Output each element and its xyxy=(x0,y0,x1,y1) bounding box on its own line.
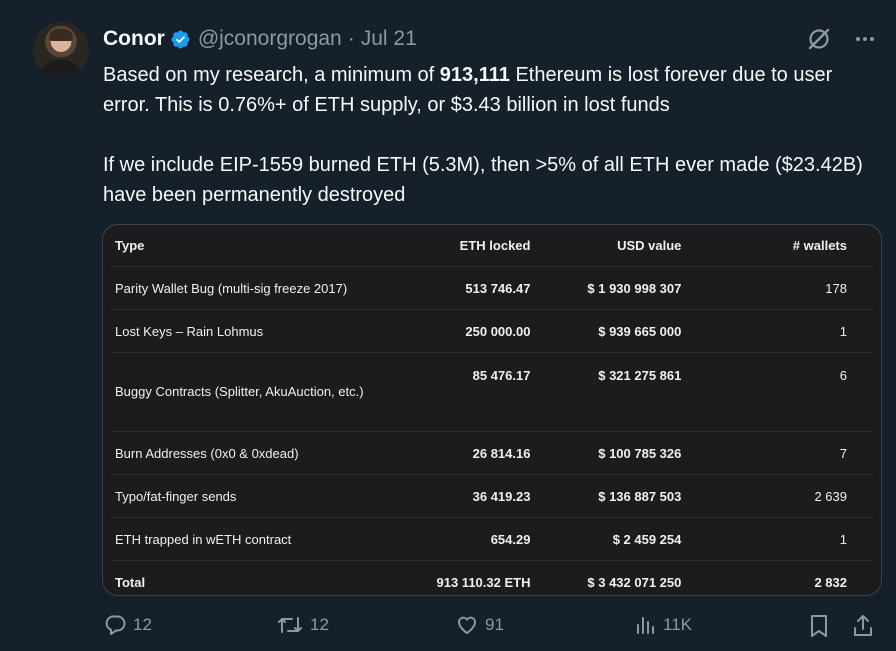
table-row: Lost Keys – Rain Lohmus 250 000.00 $ 939… xyxy=(111,309,873,353)
share-button[interactable] xyxy=(851,613,881,639)
cell-eth: 913 110.32 ETH xyxy=(406,560,535,595)
cell-eth: 36 419.23 xyxy=(406,474,535,518)
top-actions xyxy=(806,26,876,52)
like-icon xyxy=(457,616,477,634)
tweet-paragraph-2: If we include EIP-1559 burned ETH (5.3M)… xyxy=(103,154,863,206)
cell-type: ETH trapped in wETH contract xyxy=(111,517,407,561)
header-usd-value: USD value xyxy=(617,238,682,253)
tweet-text: Based on my research, a minimum of 913,1… xyxy=(103,60,873,210)
grok-icon[interactable] xyxy=(806,26,832,52)
cell-type: Buggy Contracts (Splitter, AkuAuction, e… xyxy=(111,352,407,432)
cell-eth: 654.29 xyxy=(406,517,535,561)
table-row: Parity Wallet Bug (multi-sig freeze 2017… xyxy=(111,266,873,310)
table-row: Buggy Contracts (Splitter, AkuAuction, e… xyxy=(111,352,873,432)
views-count: 11K xyxy=(663,615,692,634)
cell-wallets: 1 xyxy=(685,517,873,561)
table-total-row: Total 913 110.32 ETH $ 3 432 071 250 2 8… xyxy=(111,560,873,595)
cell-usd: $ 939 665 000 xyxy=(534,309,686,353)
cell-wallets: 2 832 xyxy=(685,560,873,595)
action-bar: 12 12 91 11K xyxy=(103,613,878,643)
views-button[interactable]: 11K xyxy=(633,613,692,637)
cell-eth: 85 476.17 xyxy=(406,352,535,432)
reply-count: 12 xyxy=(133,615,152,634)
highlight-number: 913,111 xyxy=(439,64,510,86)
lost-eth-table: Type ETH locked USD value # wallets Pari… xyxy=(111,225,873,595)
cell-usd: $ 2 459 254 xyxy=(534,517,686,561)
cell-wallets: 7 xyxy=(685,431,873,475)
bookmark-icon xyxy=(811,615,827,637)
tweet-header: Conor @jconorgrogan · Jul 21 xyxy=(103,24,417,54)
table-row: Typo/fat-finger sends 36 419.23 $ 136 88… xyxy=(111,474,873,518)
like-count: 91 xyxy=(485,615,504,634)
retweet-count: 12 xyxy=(310,615,329,634)
separator: · xyxy=(347,27,355,50)
verified-badge-icon xyxy=(171,30,190,48)
author-name[interactable]: Conor xyxy=(103,27,165,51)
cell-usd: $ 321 275 861 xyxy=(534,352,686,432)
reply-button[interactable]: 12 xyxy=(103,613,152,637)
reply-icon xyxy=(105,615,126,635)
tweet-paragraph-1: Based on my research, a minimum of 913,1… xyxy=(103,64,833,116)
header-wallets: # wallets xyxy=(792,238,847,253)
header-type: Type xyxy=(115,238,145,253)
retweet-button[interactable]: 12 xyxy=(276,613,329,637)
table-row: Burn Addresses (0x0 & 0xdead) 26 814.16 … xyxy=(111,431,873,475)
cell-usd: $ 100 785 326 xyxy=(534,431,686,475)
cell-eth: 26 814.16 xyxy=(406,431,535,475)
cell-wallets: 1 xyxy=(685,309,873,353)
retweet-icon xyxy=(278,617,302,633)
tweet-date[interactable]: Jul 21 xyxy=(361,27,417,51)
cell-eth: 513 746.47 xyxy=(406,266,535,310)
table-row: ETH trapped in wETH contract 654.29 $ 2 … xyxy=(111,517,873,561)
share-icon xyxy=(854,615,872,636)
cell-type: Lost Keys – Rain Lohmus xyxy=(111,309,407,353)
cell-type: Total xyxy=(111,560,407,595)
cell-type: Burn Addresses (0x0 & 0xdead) xyxy=(111,431,407,475)
cell-usd: $ 3 432 071 250 xyxy=(534,560,686,595)
cell-type: Typo/fat-finger sends xyxy=(111,474,407,518)
bookmark-button[interactable] xyxy=(807,613,837,639)
author-handle[interactable]: @jconorgrogan xyxy=(198,27,342,51)
cell-wallets: 6 xyxy=(685,352,873,432)
table-header-row: Type ETH locked USD value # wallets xyxy=(111,225,873,267)
cell-wallets: 178 xyxy=(685,266,873,310)
like-button[interactable]: 91 xyxy=(455,613,504,637)
cell-eth: 250 000.00 xyxy=(406,309,535,353)
attached-image-table[interactable]: Type ETH locked USD value # wallets Pari… xyxy=(102,224,882,596)
cell-usd: $ 1 930 998 307 xyxy=(534,266,686,310)
cell-type: Parity Wallet Bug (multi-sig freeze 2017… xyxy=(111,266,407,310)
views-icon xyxy=(637,617,654,634)
cell-usd: $ 136 887 503 xyxy=(534,474,686,518)
avatar[interactable] xyxy=(33,22,89,78)
cell-wallets: 2 639 xyxy=(685,474,873,518)
header-eth-locked: ETH locked xyxy=(459,238,531,253)
more-icon[interactable] xyxy=(854,28,876,50)
tweet: Conor @jconorgrogan · Jul 21 Based on my… xyxy=(0,0,896,651)
